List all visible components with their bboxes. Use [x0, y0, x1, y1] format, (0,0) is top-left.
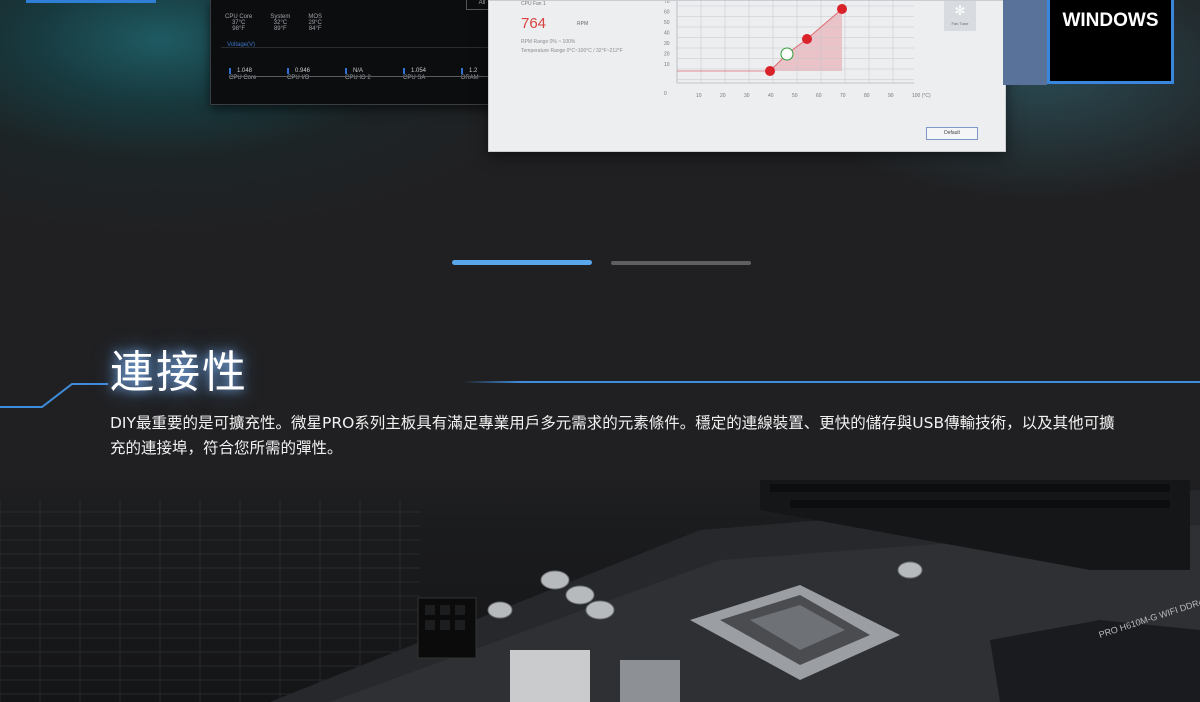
y-tick-label: 30 — [664, 41, 670, 47]
voltage-item: 1.054 CPU SA — [403, 68, 461, 81]
fan-icon: ✻ — [954, 3, 966, 18]
active-tab-indicator[interactable] — [26, 0, 156, 3]
y-tick-label: 70 — [664, 1, 670, 5]
temperature-list: CPU Core 37°C 98°F System 32°C 89°F MOS 29°C 8… — [225, 14, 322, 32]
section-heading: 連接性 — [110, 347, 248, 398]
y-tick-label: 40 — [664, 31, 670, 37]
carousel-indicator-active[interactable] — [452, 260, 592, 265]
y-tick-label: 20 — [664, 52, 670, 58]
voltage-item: N/A CPU IO 2 — [345, 68, 403, 81]
y-tick-label: 10 — [664, 62, 670, 68]
windows-tab[interactable]: WINDOWS — [1047, 0, 1174, 84]
current-point[interactable] — [780, 47, 794, 61]
x-tick-label: 60 — [816, 93, 822, 99]
x-tick-label: 70 — [840, 93, 846, 99]
voltage-item: 1.2 DRAM — [461, 68, 491, 81]
motherboard-image: PRO H610M-G WIFI DDR4 — [0, 470, 1200, 702]
voltage-item: 0.946 CPU I/O — [287, 68, 345, 81]
fan-range-info: RPM Range 0% ~ 100% Temperature Range 0°… — [521, 38, 623, 56]
curve-point[interactable] — [802, 34, 812, 44]
fan-rpm-value: 764 — [521, 15, 547, 32]
heading-decoration-right — [462, 381, 1200, 383]
y-tick-label: 60 — [664, 10, 670, 16]
y-tick-label: 0 — [664, 91, 667, 97]
x-tick-label: 10 — [696, 93, 702, 99]
fan-curve-chart[interactable]: 70 60 50 40 30 20 10 0 10 20 30 40 50 60 70 80 90 100 (°… — [662, 1, 962, 101]
default-button[interactable]: Default — [926, 127, 978, 140]
carousel-indicator[interactable] — [611, 261, 751, 265]
curve-point[interactable] — [837, 4, 847, 14]
x-tick-label: 100 (°C) — [912, 93, 931, 99]
voltage-list: 1.048 CPU Core 0.946 CPU I/O N/A CPU IO 2 1… — [229, 68, 491, 81]
temperature-range: Temperature Range 0°C~100°C / 32°F~212°F — [521, 48, 623, 54]
hardware-monitor-panel: CPU Core 37°C 98°F System 32°C 89°F MOS 29°C 8… — [210, 0, 502, 105]
fan-title: CPU Fan 1 — [521, 1, 546, 7]
x-tick-label: 30 — [744, 93, 750, 99]
voltage-item: 1.048 CPU Core — [229, 68, 287, 81]
x-tick-label: 50 — [792, 93, 798, 99]
x-tick-label: 40 — [768, 93, 774, 99]
temp-cpu-core: CPU Core 37°C 98°F — [225, 14, 253, 32]
fan-rpm-unit: RPM — [577, 21, 589, 27]
heading-decoration-left — [0, 383, 108, 408]
fan-tune-button[interactable]: ✻ Fan Tune — [944, 1, 976, 31]
fan-tune-window: CPU Fan 1 764 RPM RPM Range 0% ~ 100% Te… — [488, 0, 1006, 152]
section-description: DIY最重要的是可擴充性。微星PRO系列主板具有滿足專業用戶多元需求的元素條件。… — [110, 414, 1115, 457]
voltage-baseline — [229, 76, 501, 77]
divider — [221, 47, 501, 48]
x-tick-label: 90 — [888, 93, 894, 99]
side-panel — [1003, 0, 1047, 85]
curve-point[interactable] — [765, 66, 775, 76]
y-tick-label: 50 — [664, 20, 670, 26]
windows-label: WINDOWS — [1062, 10, 1159, 31]
rpm-range: RPM Range 0% ~ 100% — [521, 39, 576, 45]
temp-system: System 32°C 89°F — [270, 14, 291, 32]
x-tick-label: 20 — [720, 93, 726, 99]
x-tick-label: 80 — [864, 93, 870, 99]
temp-mos: MOS 29°C 84°F — [308, 14, 323, 32]
